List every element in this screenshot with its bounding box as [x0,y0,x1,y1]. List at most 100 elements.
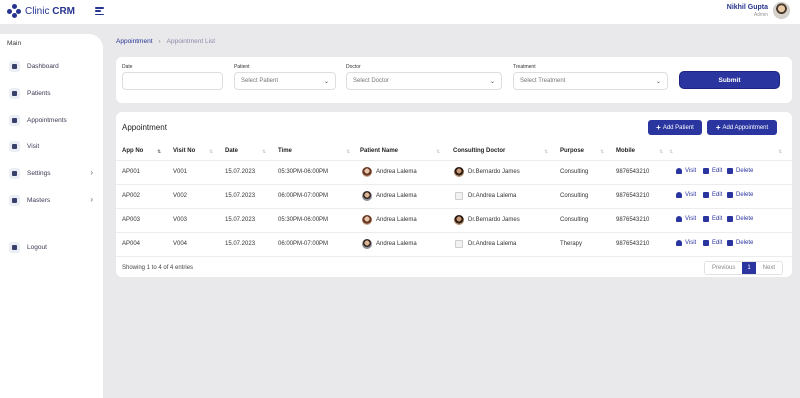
sidebar-item-label: Settings [27,169,51,177]
sidebar-item-label: Visit [27,142,40,150]
delete-action[interactable]: Delete [727,216,753,222]
sidebar-item-patients[interactable]: Patients [9,87,97,99]
visit-action[interactable]: Visit [676,240,696,246]
chevron-down-icon: ⌄ [323,78,329,85]
visit-icon [9,140,20,152]
sidebar-item-appointments[interactable]: Appointments [9,114,97,126]
masters-icon [9,194,20,206]
user-icon [676,168,682,174]
sidebar-item-visit[interactable]: Visit [9,140,97,152]
visit-action[interactable]: Visit [676,192,696,198]
edit-action[interactable]: Edit [703,240,722,246]
date-input[interactable] [122,72,223,90]
delete-action[interactable]: Delete [727,168,753,174]
patient-avatar [362,191,372,201]
sort-icon[interactable]: ⇅ [157,149,161,155]
date-label: Date [122,64,133,70]
page-1-button[interactable]: 1 [742,262,756,274]
user-profile[interactable]: Nikhil Gupta Admin [727,2,790,19]
cell-purpose: Consulting [560,217,589,223]
sidebar-item-dashboard[interactable]: Dashboard [9,60,97,72]
cell-visit-no: V004 [173,241,188,247]
patient-select[interactable]: Select Patient ⌄ [234,72,336,90]
treatment-select[interactable]: Select Treatment ⌄ [513,72,668,90]
column-header-time[interactable]: Time [278,148,292,154]
top-header: Clinic CRM Nikhil Gupta Admin [0,0,800,24]
cell-patient-name: Andrea Lalema [376,241,417,247]
dashboard-icon [9,60,20,72]
next-page-button[interactable]: Next [755,262,782,274]
appointment-table-card: Appointment + Add Patient + Add Appointm… [116,112,792,277]
sidebar-item-logout[interactable]: Logout [9,241,97,253]
sidebar-item-settings[interactable]: Settings › [9,167,97,179]
column-header-date[interactable]: Date [225,148,238,154]
sidebar-item-label: Patients [27,89,51,97]
cell-purpose: Consulting [560,169,589,175]
breadcrumb-separator-icon: › [158,38,161,45]
table-row: AP003 V003 15.07.2023 05:30PM-06:00PM An… [116,209,792,233]
previous-page-button[interactable]: Previous [704,262,743,274]
patients-icon [9,87,20,99]
delete-action[interactable]: Delete [727,240,753,246]
table-title: Appointment [122,123,167,132]
edit-action[interactable]: Edit [703,168,722,174]
sidebar-section-title: Main [7,40,22,47]
visit-action[interactable]: Visit [676,168,696,174]
doctor-label: Doctor [346,64,361,70]
sort-icon[interactable]: ⇅ [346,149,350,155]
add-appointment-button[interactable]: + Add Appointment [707,120,777,135]
user-icon [676,192,682,198]
table-row: AP004 V004 15.07.2023 06:00PM-07:00PM An… [116,233,792,257]
column-header-app-no[interactable]: App No [122,148,143,154]
doctor-select[interactable]: Select Doctor ⌄ [346,72,502,90]
patient-avatar [362,215,372,225]
delete-action[interactable]: Delete [727,192,753,198]
patient-avatar [362,239,372,249]
cell-app-no: AP004 [122,241,141,247]
sort-icon[interactable]: ⇅ [436,149,440,155]
brand-name: Clinic CRM [25,5,76,17]
edit-action[interactable]: Edit [703,216,722,222]
edit-action[interactable]: Edit [703,192,722,198]
column-header-visit-no[interactable]: Visit No [173,148,195,154]
doctor-filter: Doctor Select Doctor ⌄ [346,64,502,90]
edit-icon [703,192,709,198]
sort-icon[interactable]: ⇅ [669,149,673,155]
chevron-down-icon: ⌄ [655,78,661,85]
brand-logo[interactable]: Clinic CRM [7,4,75,18]
sort-icon[interactable]: ⇅ [600,149,604,155]
cell-purpose: Therapy [560,241,583,247]
edit-icon [703,168,709,174]
sidebar-item-label: Appointments [27,116,67,124]
treatment-label: Treatment [513,64,536,70]
sort-icon[interactable]: ⇅ [778,149,782,155]
sort-icon[interactable]: ⇅ [544,149,548,155]
sort-icon[interactable]: ⇅ [209,149,213,155]
add-patient-label: Add Patient [662,124,694,131]
column-header-purpose[interactable]: Purpose [560,148,584,154]
add-patient-button[interactable]: + Add Patient [648,120,702,135]
treatment-filter: Treatment Select Treatment ⌄ [513,64,668,90]
cell-mobile: 9876543210 [616,241,650,247]
submit-button[interactable]: Submit [679,71,780,89]
visit-action[interactable]: Visit [676,216,696,222]
sidebar: Main Dashboard Patients Appointments Vis… [0,34,103,398]
menu-toggle-icon[interactable] [95,7,104,15]
sidebar-item-masters[interactable]: Masters › [9,194,97,206]
cell-purpose: Consulting [560,193,589,199]
chevron-right-icon: › [90,195,93,204]
sort-icon[interactable]: ⇅ [262,149,266,155]
cell-patient-name: Andrea Lalema [376,193,417,199]
column-header-mobile[interactable]: Mobile [616,148,635,154]
column-header-patient-name[interactable]: Patient Name [360,148,398,154]
column-header-consulting-doctor[interactable]: Consulting Doctor [453,148,505,154]
user-name: Nikhil Gupta [726,3,768,11]
trash-icon [727,216,733,222]
avatar[interactable] [773,2,790,19]
table-row: AP001 V001 15.07.2023 05:30PM-06:00PM An… [116,161,792,185]
cell-date: 15.07.2023 [225,217,256,223]
logout-icon [9,241,20,253]
breadcrumb-parent[interactable]: Appointment [116,38,153,45]
cell-time: 05:30PM-06:00PM [278,217,329,223]
sort-icon[interactable]: ⇅ [659,149,663,155]
